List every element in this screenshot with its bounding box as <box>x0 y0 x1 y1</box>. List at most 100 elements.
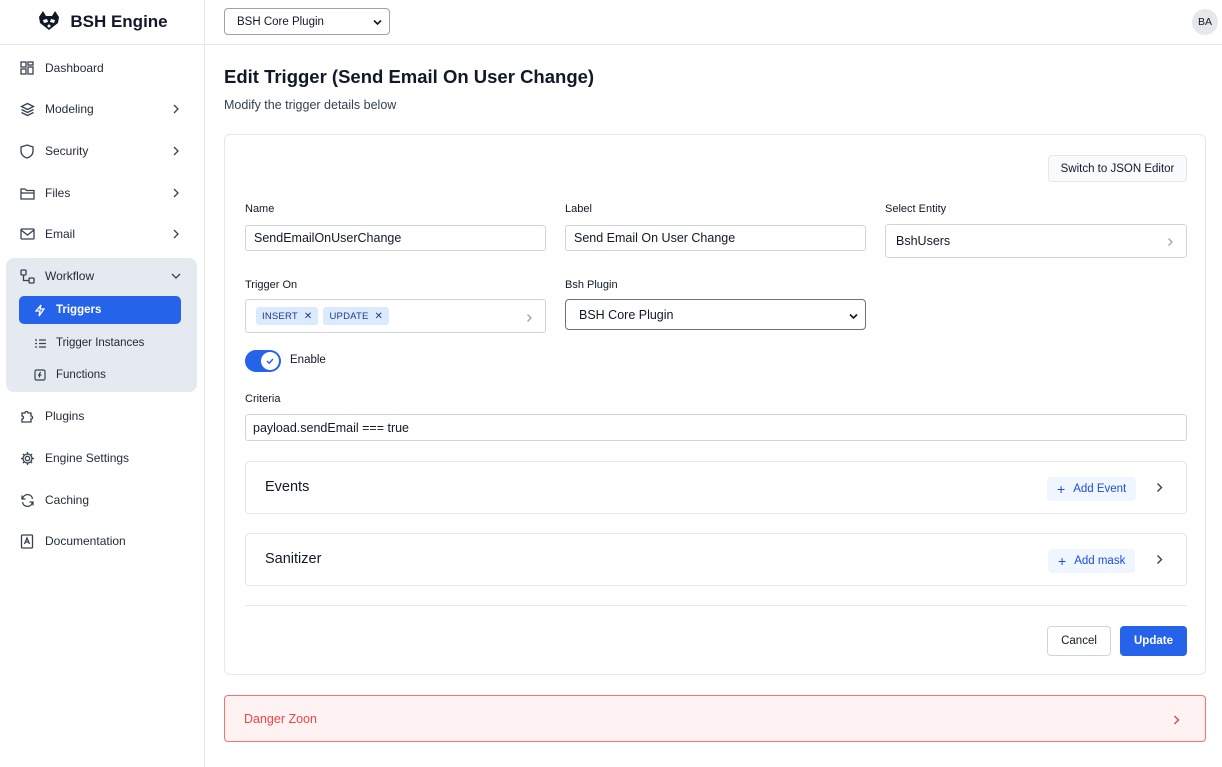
sidebar-item-label: Files <box>45 186 71 200</box>
layers-icon <box>19 101 35 117</box>
gear-icon <box>19 450 35 466</box>
cancel-button[interactable]: Cancel <box>1047 626 1111 656</box>
bsh-plugin-value: BSH Core Plugin <box>579 307 674 322</box>
sidebar-item-label: Plugins <box>45 409 85 423</box>
sidebar-item-workflow[interactable]: Workflow <box>6 258 197 294</box>
sanitizer-panel[interactable]: Sanitizer + Add mask <box>245 533 1187 586</box>
mail-icon <box>19 226 35 242</box>
criteria-field[interactable]: payload.sendEmail === true <box>245 414 1187 441</box>
events-panel[interactable]: Events + Add Event <box>245 461 1187 514</box>
plus-icon: + <box>1058 553 1067 569</box>
sidebar-item-email[interactable]: Email <box>6 216 197 252</box>
function-icon <box>33 368 47 382</box>
raccoon-logo-icon <box>36 9 62 36</box>
trigger-form-card: Switch to JSON Editor Name SendEmailOnUs… <box>224 134 1206 675</box>
sidebar-item-dashboard[interactable]: Dashboard <box>6 50 197 86</box>
add-event-button[interactable]: + Add Event <box>1047 477 1137 501</box>
trigger-on-chip: UPDATE ✕ <box>323 307 390 325</box>
chevron-down-icon <box>169 269 183 283</box>
criteria-label: Criteria <box>245 393 281 405</box>
bsh-plugin-label: Bsh Plugin <box>565 279 618 291</box>
chevron-right-icon <box>1170 713 1182 731</box>
sidebar-item-label: Dashboard <box>45 61 104 75</box>
sidebar-item-label: Email <box>45 227 76 241</box>
sidebar-item-documentation[interactable]: Documentation <box>6 523 197 559</box>
update-button[interactable]: Update <box>1120 626 1187 656</box>
plus-icon: + <box>1057 481 1066 497</box>
add-event-label: Add Event <box>1073 483 1127 495</box>
page-subtitle: Modify the trigger details below <box>224 98 397 112</box>
sidebar-item-label: Workflow <box>45 269 95 283</box>
sidebar-subitem-label: Functions <box>56 369 106 381</box>
book-icon <box>19 533 35 549</box>
bsh-plugin-select[interactable]: BSH Core Plugin <box>565 299 866 330</box>
plugin-select[interactable]: BSH Core Plugin <box>224 8 390 35</box>
sidebar-item-caching[interactable]: Caching <box>6 482 197 518</box>
remove-chip-icon[interactable]: ✕ <box>375 311 384 322</box>
brand-name: BSH Engine <box>70 12 168 31</box>
sidebar-item-files[interactable]: Files <box>6 175 197 211</box>
sidebar: BSH Engine Dashboard Modeling Security F… <box>0 0 205 767</box>
entity-select-value: BshUsers <box>896 234 951 248</box>
chevron-right-icon <box>169 186 183 200</box>
events-title: Events <box>265 479 310 495</box>
sidebar-item-label: Engine Settings <box>45 451 130 465</box>
sidebar-subitem-functions[interactable]: Functions <box>19 361 181 389</box>
folder-icon <box>19 185 35 201</box>
shield-icon <box>19 143 35 159</box>
name-label: Name <box>245 203 275 215</box>
enable-label: Enable <box>290 354 326 366</box>
chevron-down-icon <box>372 17 383 31</box>
danger-zone-label: Danger Zoon <box>244 712 317 726</box>
refresh-icon <box>19 492 35 508</box>
chevron-right-icon[interactable] <box>1153 553 1166 571</box>
puzzle-icon <box>19 408 35 424</box>
chevron-right-icon[interactable] <box>1153 481 1166 499</box>
brand[interactable]: BSH Engine <box>0 0 204 45</box>
name-field[interactable]: SendEmailOnUserChange <box>245 225 546 251</box>
add-mask-button[interactable]: + Add mask <box>1048 549 1136 573</box>
sidebar-subitem-label: Trigger Instances <box>56 337 145 349</box>
workflow-icon <box>19 268 35 284</box>
sidebar-item-label: Modeling <box>45 102 94 116</box>
top-bar: BSH Core Plugin BA <box>205 0 1222 45</box>
sidebar-item-plugins[interactable]: Plugins <box>6 398 197 434</box>
lightning-icon <box>33 303 47 317</box>
sidebar-item-label: Security <box>45 144 89 158</box>
enable-toggle[interactable] <box>245 350 281 372</box>
sidebar-item-engine-settings[interactable]: Engine Settings <box>6 440 197 476</box>
page-title: Edit Trigger (Send Email On User Change) <box>224 66 595 87</box>
sidebar-subitem-trigger-instances[interactable]: Trigger Instances <box>19 329 181 357</box>
danger-zone-panel[interactable]: Danger Zoon <box>224 695 1206 742</box>
select-entity-label: Select Entity <box>885 203 947 215</box>
chevron-right-icon <box>169 144 183 158</box>
trigger-on-chip: INSERT ✕ <box>256 307 319 325</box>
chevron-right-icon <box>523 311 535 329</box>
remove-chip-icon[interactable]: ✕ <box>304 311 313 322</box>
switch-json-editor-button[interactable]: Switch to JSON Editor <box>1048 155 1187 182</box>
entity-select[interactable]: BshUsers <box>885 224 1187 258</box>
workflow-group: Workflow Triggers Trigger Instances Func… <box>6 258 197 392</box>
chip-label: UPDATE <box>329 310 369 322</box>
trigger-on-multiselect[interactable]: INSERT ✕ UPDATE ✕ <box>245 299 546 333</box>
sanitizer-title: Sanitizer <box>265 551 322 567</box>
sidebar-item-security[interactable]: Security <box>6 133 197 169</box>
label-label: Label <box>565 203 592 215</box>
dashboard-icon <box>19 60 35 76</box>
sidebar-subitem-triggers[interactable]: Triggers <box>19 296 181 324</box>
add-mask-label: Add mask <box>1074 555 1126 567</box>
check-icon <box>261 352 279 370</box>
label-field[interactable]: Send Email On User Change <box>565 225 866 251</box>
sidebar-item-modeling[interactable]: Modeling <box>6 91 197 127</box>
avatar[interactable]: BA <box>1192 9 1218 35</box>
chevron-right-icon <box>169 102 183 116</box>
sidebar-item-label: Caching <box>45 493 90 507</box>
plugin-select-value: BSH Core Plugin <box>237 15 324 28</box>
list-icon <box>33 336 47 350</box>
chevron-down-icon <box>848 311 859 325</box>
sidebar-subitem-label: Triggers <box>56 304 102 316</box>
chevron-right-icon <box>1164 236 1176 251</box>
sidebar-item-label: Documentation <box>45 534 126 548</box>
divider <box>245 605 1187 606</box>
chevron-right-icon <box>169 227 183 241</box>
